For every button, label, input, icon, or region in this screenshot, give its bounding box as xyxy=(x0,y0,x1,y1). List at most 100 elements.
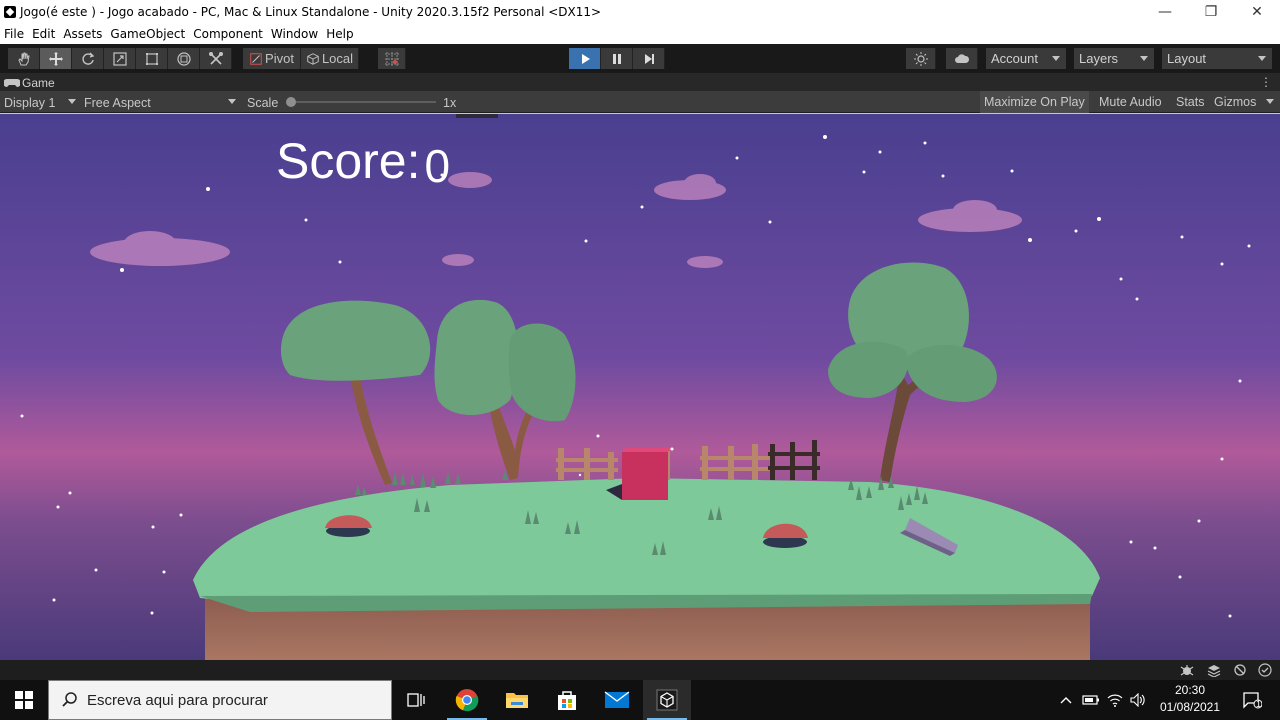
pivot-toggle[interactable]: Pivot xyxy=(243,48,301,69)
grid-snap-group xyxy=(378,48,406,69)
gamepad-icon xyxy=(4,78,20,87)
menu-edit[interactable]: Edit xyxy=(28,27,59,41)
pivot-label: Pivot xyxy=(265,51,294,66)
chevron-down-icon xyxy=(1052,56,1060,61)
task-view-button[interactable] xyxy=(392,680,440,720)
window-title: Jogo(é este ) - Jogo acabado - PC, Mac &… xyxy=(20,5,602,19)
layout-dropdown[interactable]: Layout xyxy=(1162,48,1272,69)
tools-icon xyxy=(208,51,223,65)
menu-gameobject[interactable]: GameObject xyxy=(106,27,189,41)
lighting-group xyxy=(906,48,936,69)
layers-dropdown[interactable]: Layers xyxy=(1074,48,1154,69)
taskbar-unity[interactable] xyxy=(643,680,691,720)
step-button[interactable] xyxy=(633,48,665,69)
menu-component[interactable]: Component xyxy=(189,27,267,41)
close-button[interactable]: ✕ xyxy=(1234,0,1280,24)
menu-bar: File Edit Assets GameObject Component Wi… xyxy=(0,24,1280,44)
clock-date: 01/08/2021 xyxy=(1159,700,1221,714)
more-options-icon[interactable]: ⋮ xyxy=(1260,76,1272,88)
unity-icon xyxy=(656,689,678,711)
taskbar-mail[interactable] xyxy=(593,680,641,720)
scene-top-marker xyxy=(456,114,498,118)
cloud-group xyxy=(946,48,978,69)
mail-icon xyxy=(604,691,630,708)
chrome-icon xyxy=(455,689,479,712)
bug-icon[interactable] xyxy=(1180,663,1194,677)
rect-icon xyxy=(145,52,158,65)
taskbar-search-box[interactable]: Escreva aqui para procurar xyxy=(48,680,392,720)
grid-snap-button[interactable] xyxy=(378,48,406,69)
menu-assets[interactable]: Assets xyxy=(59,27,106,41)
game-view[interactable]: Score:0 xyxy=(0,114,1280,660)
play-button[interactable] xyxy=(569,48,601,69)
move-icon xyxy=(48,51,63,66)
auto-generate-lighting-icon[interactable] xyxy=(1233,663,1247,677)
local-label: Local xyxy=(321,51,354,66)
move-tool-button[interactable] xyxy=(40,48,72,69)
lighting-button[interactable] xyxy=(906,48,936,69)
taskbar-file-explorer[interactable] xyxy=(493,680,541,720)
rotate-tool-button[interactable] xyxy=(72,48,104,69)
check-circle-icon[interactable] xyxy=(1258,663,1272,677)
layers-stack-icon[interactable] xyxy=(1207,663,1221,677)
scale-slider-thumb[interactable] xyxy=(286,97,296,107)
pause-button[interactable] xyxy=(601,48,633,69)
taskbar-store[interactable] xyxy=(543,680,591,720)
window-title-bar: Jogo(é este ) - Jogo acabado - PC, Mac &… xyxy=(0,0,1280,24)
unity-app-icon xyxy=(4,6,16,18)
aspect-label: Free Aspect xyxy=(84,95,151,110)
layers-label: Layers xyxy=(1079,51,1119,66)
chevron-down-icon xyxy=(1140,56,1148,61)
restore-button[interactable]: ❐ xyxy=(1188,0,1234,24)
game-scene xyxy=(0,114,1280,660)
hand-icon xyxy=(17,52,30,65)
cloud-button[interactable] xyxy=(946,48,978,69)
taskbar-clock[interactable]: 20:30 01/08/2021 xyxy=(1150,682,1230,718)
transform-tools xyxy=(8,48,232,69)
layout-label: Layout xyxy=(1167,51,1207,66)
score-display: Score:0 xyxy=(276,134,450,193)
local-icon xyxy=(307,52,319,65)
windows-logo-icon xyxy=(15,691,33,709)
transform-icon xyxy=(176,51,191,66)
wifi-icon xyxy=(1107,694,1123,707)
minimize-button[interactable]: — xyxy=(1142,0,1188,24)
play-controls xyxy=(569,48,665,69)
pivot-local-group: Pivot Local xyxy=(243,48,359,69)
rotate-icon xyxy=(81,52,94,65)
start-button[interactable] xyxy=(0,680,48,720)
mute-audio-toggle[interactable]: Mute Audio xyxy=(1095,91,1166,113)
aspect-dropdown[interactable]: Free Aspect xyxy=(84,94,240,111)
chevron-up-icon xyxy=(1060,697,1072,704)
scale-label: Scale xyxy=(247,95,279,110)
windows-taskbar: Escreva aqui para procurar 20:30 01/08/2… xyxy=(0,680,1280,720)
stats-toggle[interactable]: Stats xyxy=(1172,91,1209,113)
show-hidden-icons[interactable] xyxy=(1056,680,1076,720)
local-toggle[interactable]: Local xyxy=(301,48,359,69)
pivot-icon xyxy=(250,52,262,65)
scale-slider-track[interactable] xyxy=(290,101,436,103)
hand-tool-button[interactable] xyxy=(8,48,40,69)
taskbar-chrome[interactable] xyxy=(443,680,491,720)
network-tray[interactable] xyxy=(1104,680,1126,720)
grid-snap-icon xyxy=(384,51,399,66)
play-icon xyxy=(581,53,590,64)
game-tab-bar: Game ⋮ xyxy=(0,73,1280,91)
menu-help[interactable]: Help xyxy=(322,27,357,41)
action-center-button[interactable]: 1 xyxy=(1234,680,1270,720)
custom-tool-button[interactable] xyxy=(200,48,232,69)
tab-game[interactable]: Game xyxy=(4,74,55,91)
gizmos-toggle[interactable]: Gizmos xyxy=(1210,91,1260,113)
account-dropdown[interactable]: Account xyxy=(986,48,1066,69)
transform-tool-button[interactable] xyxy=(168,48,200,69)
battery-tray[interactable] xyxy=(1080,680,1102,720)
editor-status-bar xyxy=(0,660,1280,680)
maximize-on-play-toggle[interactable]: Maximize On Play xyxy=(980,91,1089,113)
chevron-down-icon xyxy=(68,99,76,104)
volume-tray[interactable] xyxy=(1127,680,1149,720)
menu-window[interactable]: Window xyxy=(267,27,322,41)
menu-file[interactable]: File xyxy=(0,27,28,41)
scale-tool-button[interactable] xyxy=(104,48,136,69)
main-toolbar: Pivot Local Account Layers Layout xyxy=(0,44,1280,73)
rect-tool-button[interactable] xyxy=(136,48,168,69)
